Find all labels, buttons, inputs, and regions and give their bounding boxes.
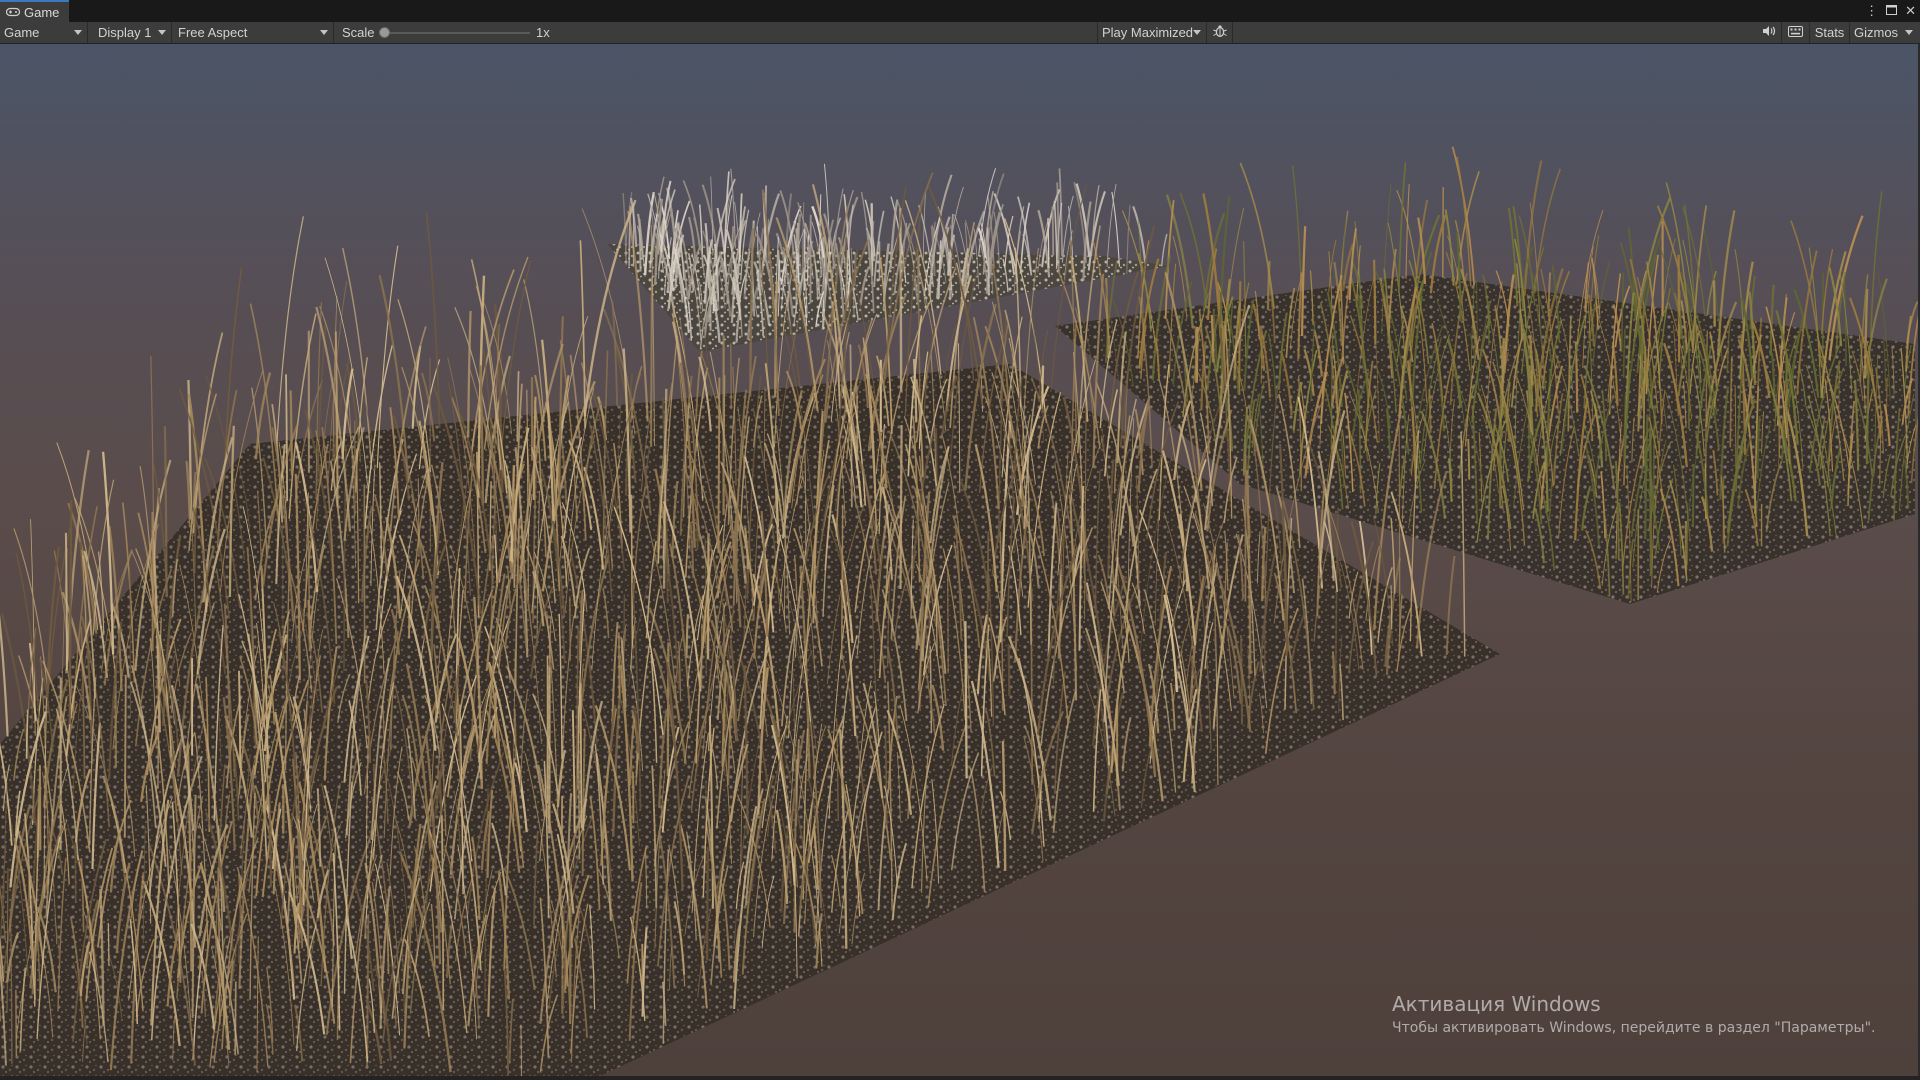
grass-blade bbox=[289, 390, 293, 476]
grass-blade bbox=[1051, 206, 1055, 256]
grass-blade bbox=[1444, 209, 1455, 286]
grass-blade bbox=[1090, 184, 1100, 256]
grass-blade bbox=[1161, 233, 1168, 267]
grass-blade bbox=[107, 922, 110, 966]
shortcuts-button[interactable] bbox=[1782, 22, 1810, 43]
watermark-title: Активация Windows bbox=[1392, 992, 1601, 1016]
grass-blade bbox=[705, 846, 709, 961]
grass-blade bbox=[467, 310, 472, 438]
grass-blade bbox=[717, 377, 721, 553]
grass-blade bbox=[1397, 162, 1407, 294]
grass-blade bbox=[569, 596, 571, 661]
chevron-down-icon bbox=[1193, 30, 1201, 35]
scale-slider-handle[interactable] bbox=[379, 27, 390, 38]
chevron-down-icon bbox=[320, 30, 328, 35]
grass-blade bbox=[1266, 260, 1271, 311]
window-controls: ⋮ ✕ bbox=[1865, 0, 1916, 22]
grass-blade bbox=[1677, 254, 1681, 363]
grass-blade bbox=[1291, 165, 1302, 292]
play-mode-dropdown[interactable]: Play Maximized bbox=[1097, 22, 1207, 43]
aspect-label: Free Aspect bbox=[178, 25, 248, 40]
grass-blade bbox=[1165, 194, 1194, 327]
chevron-down-icon bbox=[158, 30, 166, 35]
speaker-icon bbox=[1762, 25, 1776, 40]
grass-blade bbox=[1106, 183, 1117, 267]
grass-blade bbox=[1778, 402, 1780, 458]
windows-activation-watermark: Активация Windows Чтобы активировать Win… bbox=[1392, 992, 1875, 1038]
scene-render bbox=[0, 146, 1918, 1076]
grass-blade bbox=[1533, 168, 1561, 294]
grass-blade bbox=[1041, 365, 1045, 409]
grass-blade bbox=[729, 343, 733, 410]
grass-blade bbox=[630, 494, 634, 647]
maximize-icon[interactable] bbox=[1886, 0, 1898, 22]
grass-blade bbox=[650, 277, 653, 447]
grass-blade bbox=[514, 708, 517, 761]
grass-blade bbox=[577, 707, 581, 860]
grass-blade bbox=[579, 683, 583, 829]
tab-title: Game bbox=[24, 4, 60, 20]
grass-blade bbox=[1239, 634, 1244, 725]
aspect-dropdown[interactable]: Free Aspect bbox=[174, 22, 334, 43]
view-mode-dropdown[interactable]: Game bbox=[0, 22, 88, 43]
view-mode-label: Game bbox=[4, 25, 40, 40]
gamepad-icon bbox=[6, 7, 20, 17]
grass-blade bbox=[682, 180, 701, 249]
bug-button[interactable] bbox=[1208, 22, 1233, 43]
grass-blade bbox=[129, 570, 132, 718]
more-options-icon[interactable]: ⋮ bbox=[1865, 0, 1878, 22]
display-dropdown[interactable]: Display 1 bbox=[94, 22, 172, 43]
window-tab-bar: Game ⋮ ✕ bbox=[0, 0, 1920, 23]
watermark-subtitle: Чтобы активировать Windows, перейдите в … bbox=[1392, 1020, 1876, 1036]
grass-blade bbox=[723, 375, 726, 446]
grass-blade bbox=[285, 374, 288, 502]
status-strip bbox=[0, 1076, 1920, 1080]
grass-blade bbox=[899, 208, 903, 392]
close-icon[interactable]: ✕ bbox=[1905, 0, 1916, 22]
grass-blade bbox=[1390, 585, 1393, 630]
scale-label: Scale bbox=[342, 25, 375, 40]
game-view-toolbar: Game Display 1 Free Aspect Scale 1x Play… bbox=[0, 22, 1920, 44]
tab-game[interactable]: Game bbox=[0, 0, 70, 22]
grass-blade bbox=[123, 674, 127, 838]
grass-blade bbox=[724, 171, 730, 254]
grass-blade bbox=[1373, 259, 1377, 345]
grass-blade bbox=[700, 623, 703, 688]
grass-blade bbox=[947, 569, 949, 674]
bug-icon bbox=[1213, 24, 1227, 41]
grass-blade bbox=[1398, 425, 1401, 637]
mute-audio-button[interactable] bbox=[1756, 22, 1782, 43]
grass-blade bbox=[756, 225, 759, 258]
grass-blade bbox=[520, 1024, 522, 1076]
chevron-down-icon bbox=[1905, 30, 1913, 35]
grass-blade bbox=[1007, 644, 1011, 696]
grass-blade bbox=[1467, 438, 1471, 480]
play-mode-label: Play Maximized bbox=[1102, 25, 1194, 40]
grass-blade bbox=[64, 532, 68, 670]
gizmos-dropdown[interactable]: Gizmos bbox=[1850, 22, 1918, 43]
chevron-down-icon bbox=[74, 30, 82, 35]
grass-blade bbox=[579, 240, 586, 429]
grass-blade bbox=[1405, 184, 1410, 279]
scale-value: 1x bbox=[536, 25, 550, 40]
grass-blade bbox=[964, 621, 968, 779]
game-viewport[interactable]: Активация Windows Чтобы активировать Win… bbox=[0, 44, 1918, 1076]
grass-blade bbox=[238, 670, 242, 768]
stats-button[interactable]: Stats bbox=[1810, 22, 1850, 43]
grass-blade bbox=[660, 180, 672, 252]
gizmos-label: Gizmos bbox=[1854, 25, 1899, 40]
display-label: Display 1 bbox=[98, 25, 152, 40]
scale-slider-track[interactable] bbox=[384, 32, 530, 34]
grass-blade bbox=[234, 981, 237, 1056]
grass-blade bbox=[1712, 280, 1716, 327]
grass-blade bbox=[0, 614, 9, 737]
grass-blade bbox=[417, 478, 420, 557]
grass-blade bbox=[899, 424, 903, 590]
keyboard-icon bbox=[1788, 25, 1803, 40]
